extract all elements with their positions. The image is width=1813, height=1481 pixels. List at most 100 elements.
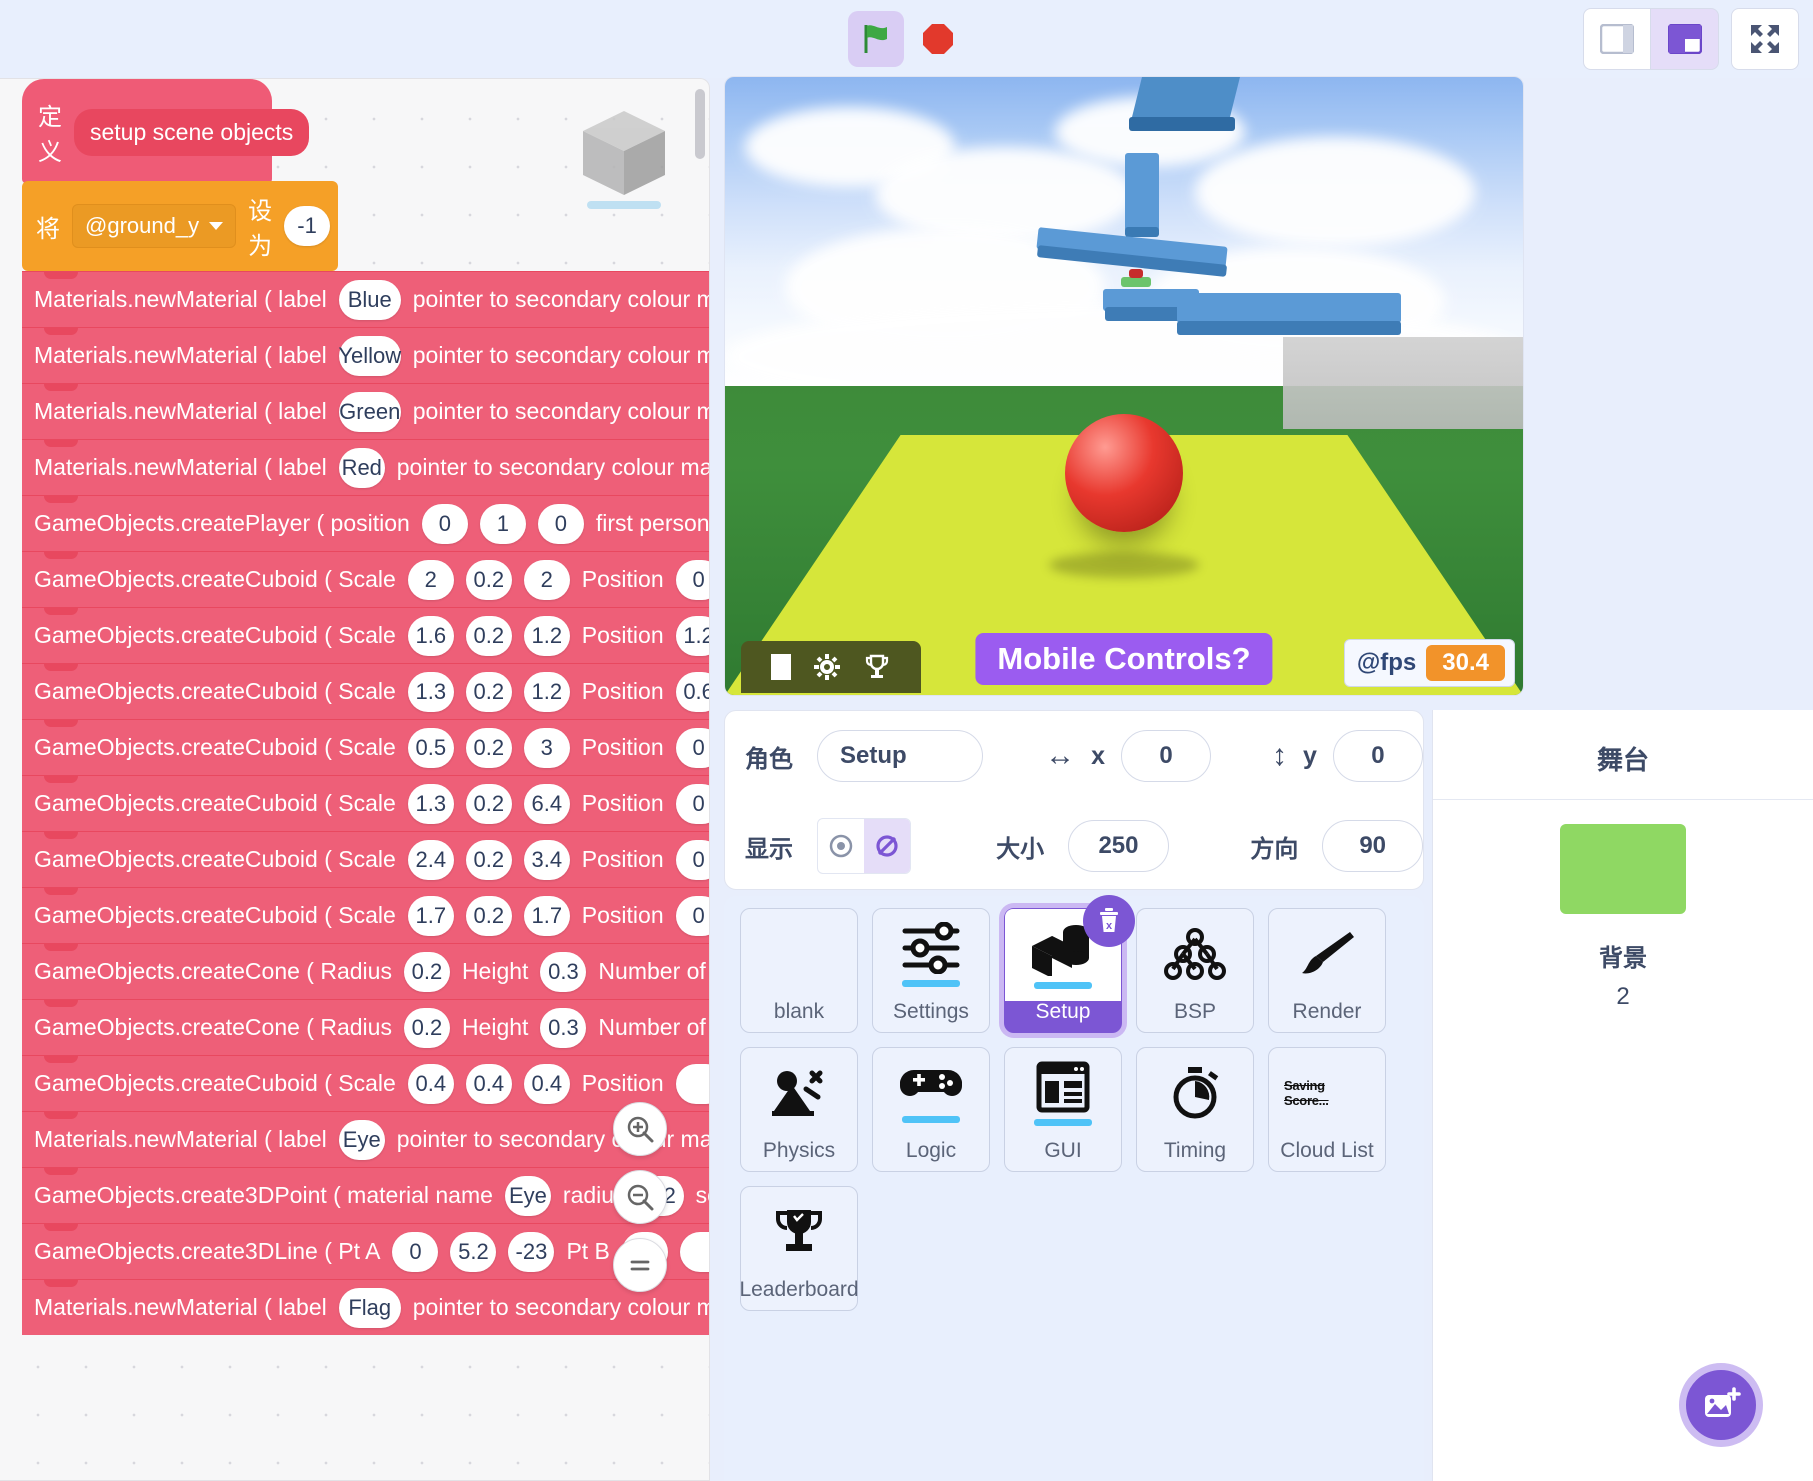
block-input[interactable]: 0.2	[465, 783, 512, 824]
sprite-tile-blank[interactable]: blank	[740, 908, 858, 1033]
block-input[interactable]: Blue	[338, 279, 401, 320]
block-input[interactable]: 0.4	[523, 1063, 570, 1104]
block-input[interactable]: Eye	[338, 1119, 385, 1160]
variable-dropdown[interactable]: @ground_y	[72, 204, 237, 248]
code-block-row[interactable]: GameObjects.createCuboid ( Scale 1.7 0.2 1.…	[22, 887, 709, 943]
block-input[interactable]: 0	[675, 839, 709, 880]
zoom-reset-button[interactable]	[613, 1238, 667, 1292]
trophy-icon[interactable]	[863, 653, 891, 681]
block-input[interactable]: 0.2	[465, 671, 512, 712]
block-input[interactable]: 0.2	[403, 1007, 450, 1048]
sprite-tile-setup[interactable]: Setup x	[1004, 895, 1135, 1033]
block-input[interactable]: Flag	[338, 1287, 401, 1328]
block-input[interactable]: 1.3	[407, 783, 454, 824]
sprite-tile-logic[interactable]: Logic	[872, 1047, 990, 1172]
set-variable-block[interactable]: 将 @ground_y 设为 -1	[22, 181, 338, 271]
delete-sprite-button[interactable]: x	[1083, 895, 1135, 947]
block-input[interactable]: 0.2	[403, 951, 450, 992]
sprite-tile-gui[interactable]: GUI	[1004, 1047, 1122, 1172]
show-hidden-button[interactable]	[864, 819, 911, 873]
stop-button[interactable]	[910, 11, 966, 67]
sprite-tile-timing[interactable]: Timing	[1136, 1047, 1254, 1172]
small-stage-button[interactable]	[1583, 8, 1651, 70]
block-input[interactable]: 0	[675, 783, 709, 824]
block-input[interactable]: 0	[392, 1231, 439, 1272]
green-flag-button[interactable]	[847, 11, 904, 67]
block-input[interactable]: 1.3	[407, 671, 454, 712]
block-input[interactable]: 2	[523, 559, 570, 600]
sprite-tile-leaderboard[interactable]: Leaderboard	[739, 1186, 859, 1311]
block-input[interactable]: 1	[479, 503, 526, 544]
code-block-row[interactable]: Materials.newMaterial ( label Blue pointer…	[22, 271, 709, 327]
large-stage-button[interactable]	[1651, 8, 1719, 70]
block-input[interactable]: 3	[523, 727, 570, 768]
block-input[interactable]: 2.4	[407, 839, 454, 880]
show-visible-button[interactable]	[818, 819, 864, 873]
block-input[interactable]: 0.4	[465, 1063, 512, 1104]
sprite-x-input[interactable]: 0	[1121, 730, 1212, 782]
block-input[interactable]: 0.2	[465, 839, 512, 880]
code-block-row[interactable]: GameObjects.createCuboid ( Scale 1.3 0.2 6.…	[22, 775, 709, 831]
code-block-row[interactable]: GameObjects.createCuboid ( Scale 0.5 0.2 3 P…	[22, 719, 709, 775]
block-input[interactable]: 1.7	[523, 895, 570, 936]
block-input[interactable]: 0.4	[407, 1063, 454, 1104]
block-input[interactable]: Eye	[504, 1175, 551, 1216]
stop-square-icon[interactable]	[771, 654, 791, 680]
stage-backdrop-thumbnail[interactable]	[1560, 824, 1686, 914]
sprite-direction-input[interactable]: 90	[1322, 820, 1423, 872]
code-block-row[interactable]: GameObjects.createCuboid ( Scale 2 0.2 2 Pos…	[22, 551, 709, 607]
block-input[interactable]: 3.4	[523, 839, 570, 880]
code-workspace[interactable]: 定义 setup scene objects 将 @ground_y 设为 -1 Mater…	[0, 78, 710, 1481]
block-input[interactable]: 0	[421, 503, 468, 544]
code-block-row[interactable]: GameObjects.createCuboid ( Scale 0.4 0.4 0.…	[22, 1055, 709, 1111]
sprite-tile-cloud-list[interactable]: Saving Score... Cloud List	[1268, 1047, 1386, 1172]
sprite-tile-settings[interactable]: Settings	[872, 908, 990, 1033]
zoom-out-button[interactable]	[613, 1170, 667, 1224]
stage-hud-bar[interactable]	[741, 641, 921, 693]
block-input[interactable]: 1.7	[407, 895, 454, 936]
block-input[interactable]	[675, 1063, 709, 1104]
block-input[interactable]: 0.2	[465, 559, 512, 600]
block-input[interactable]: 0.5	[407, 727, 454, 768]
define-hat-block[interactable]: 定义 setup scene objects	[22, 79, 310, 183]
block-input[interactable]: -23	[508, 1231, 555, 1272]
code-block-row[interactable]: GameObjects.createCuboid ( Scale 1.3 0.2 1.…	[22, 663, 709, 719]
sprite-tile-physics[interactable]: Physics	[740, 1047, 858, 1172]
block-input[interactable]	[679, 1231, 709, 1272]
sprite-y-input[interactable]: 0	[1332, 730, 1424, 782]
block-input[interactable]: 0.2	[465, 895, 512, 936]
block-input[interactable]: 0.3	[540, 1007, 587, 1048]
block-input[interactable]: Green	[338, 391, 401, 432]
block-input[interactable]: 1.6	[407, 615, 454, 656]
block-input[interactable]: 2	[407, 559, 454, 600]
sprite-size-input[interactable]: 250	[1068, 820, 1169, 872]
code-block-row[interactable]: GameObjects.createCuboid ( Scale 2.4 0.2 3.…	[22, 831, 709, 887]
code-block-row[interactable]: GameObjects.createPlayer ( position 0 1 0 fi…	[22, 495, 709, 551]
block-input[interactable]: 0	[675, 559, 709, 600]
add-backdrop-button[interactable]	[1679, 1363, 1763, 1447]
code-block-row[interactable]: GameObjects.createCone ( Radius 0.2 Height…	[22, 999, 709, 1055]
code-block-row[interactable]: GameObjects.createCone ( Radius 0.2 Height…	[22, 943, 709, 999]
block-input[interactable]: 1.2	[523, 615, 570, 656]
block-input[interactable]: Yellow	[338, 335, 401, 376]
mobile-controls-label[interactable]: Mobile Controls?	[975, 633, 1273, 685]
code-block-row[interactable]: Materials.newMaterial ( label Flag pointer…	[22, 1279, 709, 1335]
block-input[interactable]: 1.2	[675, 615, 709, 656]
code-block-row[interactable]: Materials.newMaterial ( label Eye pointer …	[22, 1111, 709, 1167]
zoom-in-button[interactable]	[613, 1102, 667, 1156]
code-block-row[interactable]: Materials.newMaterial ( label Green pointe…	[22, 383, 709, 439]
fullscreen-button[interactable]	[1731, 8, 1799, 70]
workspace-scrollbar[interactable]	[695, 89, 705, 159]
code-block-row[interactable]: GameObjects.create3DLine ( Pt A 0 5.2 -23 Pt…	[22, 1223, 709, 1279]
block-input[interactable]: Red	[338, 447, 385, 488]
set-value-input[interactable]: -1	[284, 206, 331, 246]
block-input[interactable]: 0	[537, 503, 584, 544]
code-block-row[interactable]: GameObjects.create3DPoint ( material nam…	[22, 1167, 709, 1223]
code-block-row[interactable]: Materials.newMaterial ( label Red pointer …	[22, 439, 709, 495]
block-input[interactable]: 0.2	[465, 615, 512, 656]
sprite-name-input[interactable]: Setup	[817, 730, 983, 782]
block-input[interactable]: 1.2	[523, 671, 570, 712]
code-block-row[interactable]: GameObjects.createCuboid ( Scale 1.6 0.2 1.…	[22, 607, 709, 663]
block-input[interactable]: 0.6	[675, 671, 709, 712]
block-input[interactable]: 6.4	[523, 783, 570, 824]
